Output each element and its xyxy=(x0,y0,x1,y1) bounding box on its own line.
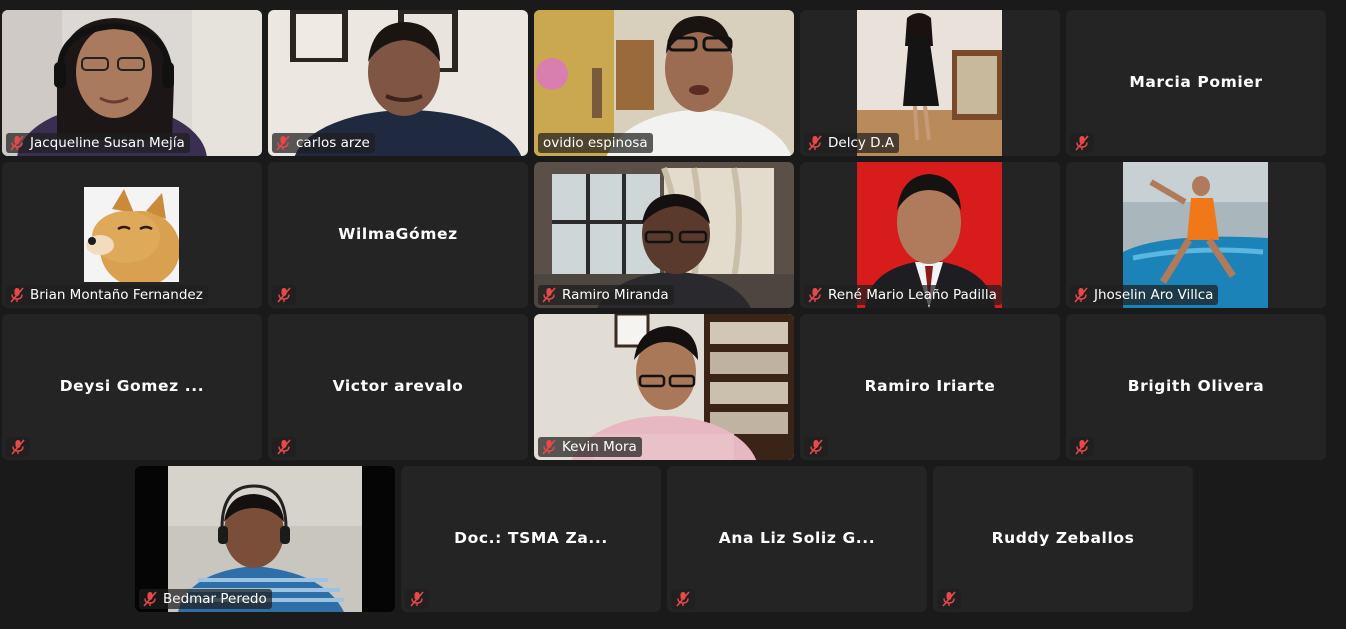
participant-tile-delcy[interactable]: Delcy D.A xyxy=(800,10,1060,156)
participant-tile-deysi[interactable]: Deysi Gomez ... xyxy=(2,314,262,460)
participant-tile-carlos[interactable]: carlos arze xyxy=(268,10,528,156)
mute-indicator xyxy=(6,437,30,457)
mic-muted-icon xyxy=(676,591,690,607)
participant-tile-ramiro-iriarte[interactable]: Ramiro Iriarte xyxy=(800,314,1060,460)
mute-indicator xyxy=(804,437,828,457)
participant-name: Kevin Mora xyxy=(562,439,637,455)
mic-muted-icon xyxy=(1074,287,1088,303)
participant-tile-brigith[interactable]: Brigith Olivera xyxy=(1066,314,1326,460)
mic-muted-icon xyxy=(942,591,956,607)
participant-display-name: WilmaGómez xyxy=(338,225,458,243)
participant-tile-ruddy[interactable]: Ruddy Zeballos xyxy=(933,466,1193,612)
mic-muted-icon xyxy=(276,135,290,151)
mic-muted-icon xyxy=(542,287,556,303)
mic-muted-icon xyxy=(10,135,24,151)
participant-name-label: Kevin Mora xyxy=(538,437,642,457)
participant-tile-victor[interactable]: Victor arevalo xyxy=(268,314,528,460)
mute-indicator xyxy=(937,589,961,609)
mute-indicator xyxy=(405,589,429,609)
mic-muted-icon xyxy=(11,439,25,455)
mute-indicator xyxy=(272,437,296,457)
participant-name-label: René Mario Leaño Padilla xyxy=(804,285,1002,305)
participant-name: carlos arze xyxy=(296,135,370,151)
mic-muted-icon xyxy=(808,135,822,151)
mute-indicator xyxy=(1070,437,1094,457)
participant-tile-brian[interactable]: Brian Montaño Fernandez xyxy=(2,162,262,308)
participant-name: René Mario Leaño Padilla xyxy=(828,287,997,303)
mic-muted-icon xyxy=(809,439,823,455)
participant-display-name: Ana Liz Soliz G... xyxy=(718,529,876,547)
participant-name: ovidio espinosa xyxy=(543,135,648,151)
participant-display-name: Deysi Gomez ... xyxy=(59,377,205,395)
participant-name-label: Delcy D.A xyxy=(804,133,900,153)
mic-muted-icon xyxy=(277,439,291,455)
participant-name: Ramiro Miranda xyxy=(562,287,669,303)
participant-name: Jacqueline Susan Mejía xyxy=(30,135,185,151)
mic-muted-icon xyxy=(277,287,291,303)
mic-muted-icon xyxy=(1075,439,1089,455)
participant-name-label: Brian Montaño Fernandez xyxy=(6,285,208,305)
participant-display-name: Victor arevalo xyxy=(332,377,464,395)
participant-name: Brian Montaño Fernandez xyxy=(30,287,203,303)
participant-display-name: Brigith Olivera xyxy=(1127,377,1265,395)
participant-display-name: Marcia Pomier xyxy=(1129,73,1263,91)
participant-tile-ana-liz[interactable]: Ana Liz Soliz G... xyxy=(667,466,927,612)
participant-name: Bedmar Peredo xyxy=(163,591,267,607)
mic-muted-icon xyxy=(542,439,556,455)
mic-muted-icon xyxy=(410,591,424,607)
profile-photo-dog xyxy=(84,187,179,282)
participant-tile-jacqueline[interactable]: Jacqueline Susan Mejía xyxy=(2,10,262,156)
mute-indicator xyxy=(1070,133,1094,153)
participant-name-label: ovidio espinosa xyxy=(538,133,653,153)
participant-tile-marcia[interactable]: Marcia Pomier xyxy=(1066,10,1326,156)
participant-display-name: Doc.: TSMA Za... xyxy=(454,529,608,547)
mic-muted-icon xyxy=(808,287,822,303)
mic-muted-icon xyxy=(10,287,24,303)
participant-video xyxy=(84,187,179,282)
mute-indicator xyxy=(272,285,296,305)
participant-tile-ramiro-miranda[interactable]: Ramiro Miranda xyxy=(534,162,794,308)
participant-display-name: Ramiro Iriarte xyxy=(864,377,996,395)
participant-tile-ovidio[interactable]: ovidio espinosa xyxy=(534,10,794,156)
participant-name-label: Ramiro Miranda xyxy=(538,285,674,305)
participant-tile-doc-tsma[interactable]: Doc.: TSMA Za... xyxy=(401,466,661,612)
participant-tile-rene[interactable]: René Mario Leaño Padilla xyxy=(800,162,1060,308)
participant-tile-jhoselin[interactable]: Jhoselin Aro Villca xyxy=(1066,162,1326,308)
participant-tile-wilma[interactable]: WilmaGómez xyxy=(268,162,528,308)
mic-muted-icon xyxy=(1075,135,1089,151)
participant-tile-kevin[interactable]: Kevin Mora xyxy=(534,314,794,460)
mic-muted-icon xyxy=(143,591,157,607)
participant-name: Jhoselin Aro Villca xyxy=(1094,287,1214,303)
participant-tile-bedmar[interactable]: Bedmar Peredo xyxy=(135,466,395,612)
video-gallery: Jacqueline Susan Mejía carlos arze ovidi… xyxy=(0,0,1346,629)
participant-name: Delcy D.A xyxy=(828,135,895,151)
participant-name-label: carlos arze xyxy=(272,133,375,153)
participant-name-label: Jhoselin Aro Villca xyxy=(1070,285,1219,305)
participant-name-label: Jacqueline Susan Mejía xyxy=(6,133,190,153)
mute-indicator xyxy=(671,589,695,609)
participant-display-name: Ruddy Zeballos xyxy=(991,529,1135,547)
participant-name-label: Bedmar Peredo xyxy=(139,589,272,609)
